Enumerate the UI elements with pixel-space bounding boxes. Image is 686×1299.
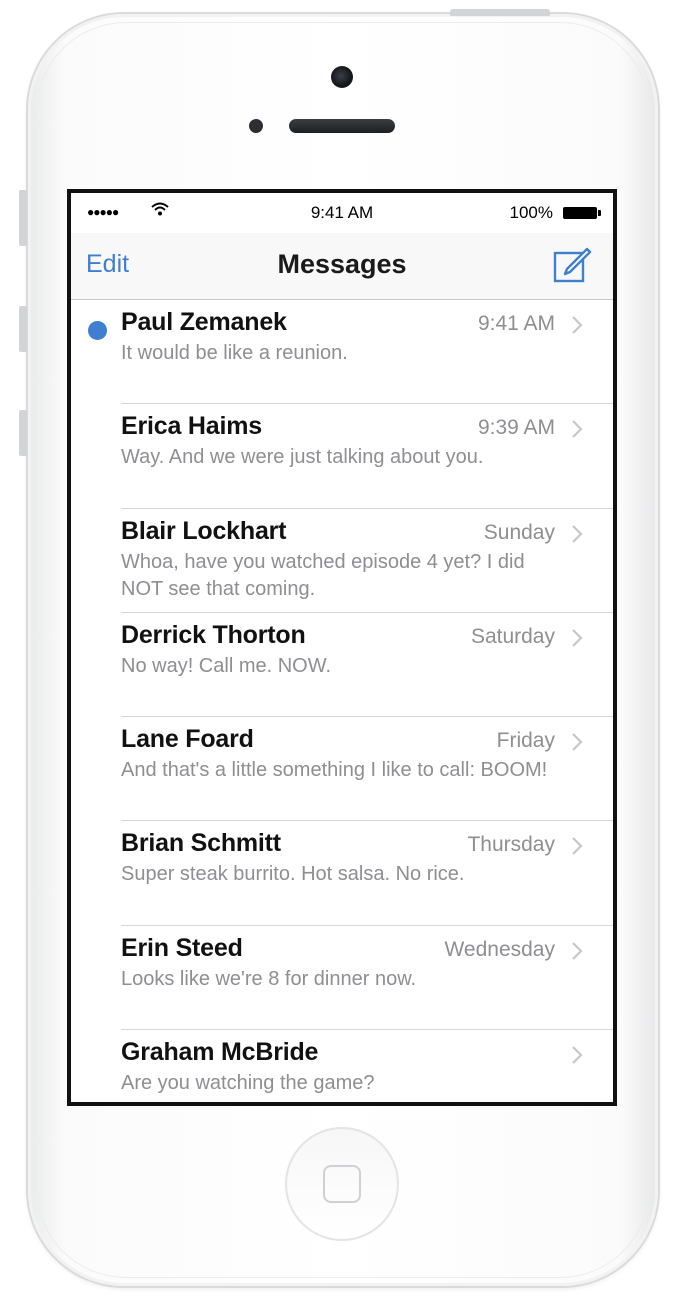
message-timestamp: 9:39 AM xyxy=(477,416,555,440)
message-preview: Looks like we're 8 for dinner now. xyxy=(121,967,417,990)
message-row[interactable]: Derrick Thorton Saturday No way! Call me. … xyxy=(71,613,613,718)
chevron-right-icon xyxy=(572,837,583,856)
phone-screen: ●●●●● 9:41 AM 100% Edit Messages Paul Ze… xyxy=(67,189,617,1106)
sender-name: Brian Schmitt xyxy=(121,829,281,858)
message-preview: Way. And we were just talking about you. xyxy=(121,446,484,469)
sender-name: Blair Lockhart xyxy=(121,516,287,545)
message-row[interactable]: Paul Zemanek 9:41 AM It would be like a re… xyxy=(71,300,613,405)
chevron-right-icon xyxy=(572,942,583,960)
sender-name: Graham McBride xyxy=(121,1038,319,1067)
home-button[interactable] xyxy=(285,1127,399,1241)
unread-indicator-icon xyxy=(88,321,107,340)
sender-name: Erin Steed xyxy=(121,933,243,962)
message-timestamp: Friday xyxy=(496,729,555,753)
message-timestamp: Thursday xyxy=(467,833,555,857)
message-row[interactable]: Graham McBride Are you watching the game? xyxy=(71,1030,613,1102)
earpiece-speaker xyxy=(289,119,395,133)
power-button xyxy=(450,9,550,16)
message-timestamp: Saturday xyxy=(470,624,555,648)
sender-name: Paul Zemanek xyxy=(121,308,287,336)
battery-tip xyxy=(598,210,601,216)
chevron-right-icon xyxy=(572,316,583,334)
navigation-bar: Edit Messages xyxy=(71,233,613,300)
volume-down-button xyxy=(19,410,27,456)
sender-name: Erica Haims xyxy=(121,412,262,441)
chevron-right-icon xyxy=(572,733,583,751)
message-preview: And that's a little something I like to … xyxy=(121,759,548,782)
message-row[interactable]: Erin Steed Wednesday Looks like we're 8 fo… xyxy=(71,926,613,1031)
chevron-right-icon xyxy=(572,420,583,439)
message-row[interactable]: Lane Foard Friday And that's a little some… xyxy=(71,717,613,822)
volume-up-button xyxy=(19,306,27,352)
page-title: Messages xyxy=(277,249,407,279)
chevron-right-icon xyxy=(572,524,583,543)
message-preview: It would be like a reunion. xyxy=(121,342,348,364)
message-row[interactable]: Erica Haims 9:39 AM Way. And we were just … xyxy=(71,404,613,509)
proximity-sensor xyxy=(249,119,263,133)
sender-name: Derrick Thorton xyxy=(121,620,306,649)
message-preview: Whoa, have you watched episode 4 yet? I … xyxy=(121,550,525,600)
battery-percentage: 100% xyxy=(509,203,553,222)
chevron-right-icon xyxy=(572,1046,583,1064)
mute-switch xyxy=(19,190,27,246)
sender-name: Lane Foard xyxy=(121,725,254,754)
compose-icon[interactable] xyxy=(551,243,593,285)
home-button-icon xyxy=(323,1165,361,1203)
message-row[interactable]: Blair Lockhart Sunday Whoa, have you watch… xyxy=(71,509,613,614)
message-timestamp: Wednesday xyxy=(444,937,555,961)
message-list: Paul Zemanek 9:41 AM It would be like a re… xyxy=(71,300,613,1102)
message-preview: Super steak burrito. Hot salsa. No rice. xyxy=(121,863,465,886)
chevron-right-icon xyxy=(572,629,583,647)
message-timestamp: 9:41 AM xyxy=(477,312,555,335)
message-preview: No way! Call me. NOW. xyxy=(121,654,332,677)
message-timestamp: Sunday xyxy=(483,520,555,544)
message-row[interactable]: Brian Schmitt Thursday Super steak burrito… xyxy=(71,821,613,927)
front-camera xyxy=(331,66,353,88)
status-bar: ●●●●● 9:41 AM 100% xyxy=(71,193,613,233)
message-preview: Are you watching the game? xyxy=(121,1072,375,1095)
battery-icon xyxy=(563,207,597,219)
